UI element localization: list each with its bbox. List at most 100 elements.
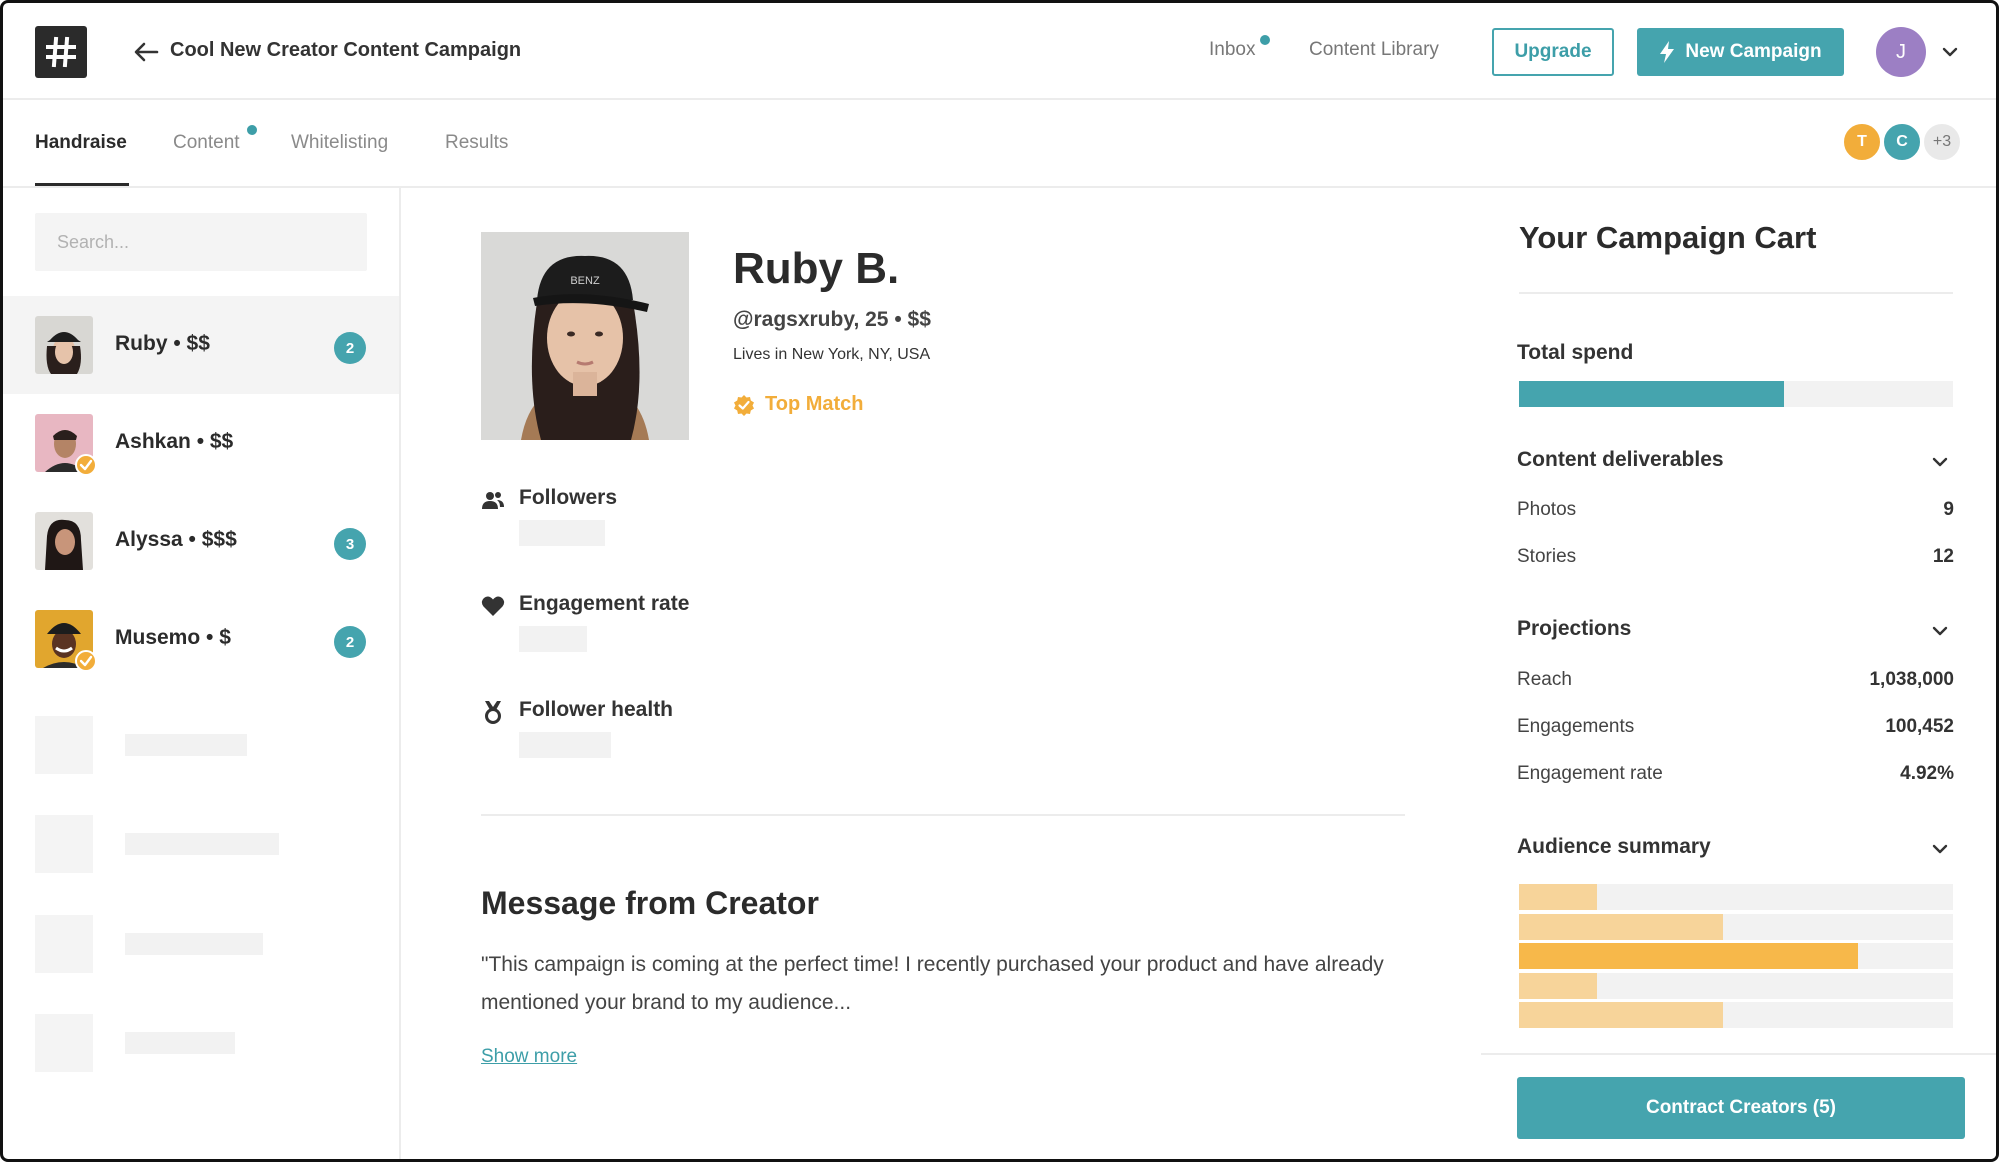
more-collaborators-badge[interactable]: +3	[1922, 122, 1962, 162]
projection-label: Engagements	[1517, 716, 1635, 737]
creator-list-item[interactable]: Ashkan • $$	[3, 394, 399, 492]
audience-bar	[1519, 972, 1953, 999]
cart-footer: Contract Creators (5)	[1481, 1053, 1996, 1159]
projection-value: 100,452	[1885, 716, 1954, 737]
skeleton-text	[125, 933, 263, 955]
new-campaign-label: New Campaign	[1685, 41, 1822, 62]
chevron-down-icon[interactable]	[1929, 451, 1951, 473]
creator-profile-panel: BENZ Ruby B. @ragsxruby, 25 • $$ Lives i…	[401, 188, 1481, 1159]
creator-profile-photo: BENZ	[481, 232, 689, 440]
tab-content[interactable]: Content	[173, 132, 240, 154]
creator-list-item[interactable]: Ruby • $$ 2	[3, 296, 399, 394]
creator-name: Alyssa • $$$	[115, 528, 237, 551]
projection-value: 1,038,000	[1869, 669, 1954, 690]
new-campaign-button[interactable]: New Campaign	[1637, 28, 1844, 76]
top-match-label: Top Match	[765, 393, 864, 415]
skeleton-text	[125, 734, 247, 756]
section-divider	[481, 814, 1405, 816]
verified-check-icon	[734, 394, 754, 416]
audience-bar	[1519, 913, 1953, 940]
creator-list-item[interactable]: Alyssa • $$$ 3	[3, 492, 399, 590]
audience-bar-fill	[1519, 913, 1723, 940]
projection-value: 4.92%	[1900, 763, 1954, 784]
deliverable-label: Stories	[1517, 546, 1577, 567]
tab-handraise[interactable]: Handraise	[35, 132, 127, 154]
tab-results[interactable]: Results	[445, 132, 508, 154]
stat-value-skeleton	[519, 520, 605, 546]
upgrade-button[interactable]: Upgrade	[1492, 28, 1614, 76]
cart-title: Your Campaign Cart	[1519, 220, 1817, 255]
collaborator-avatar[interactable]: C	[1882, 122, 1922, 162]
message-title: Message from Creator	[481, 885, 819, 921]
skeleton-avatar	[35, 815, 93, 873]
chevron-down-icon[interactable]	[1929, 620, 1951, 642]
audience-bar	[1519, 1002, 1953, 1028]
creator-avatar	[35, 512, 93, 570]
skeleton-avatar	[35, 915, 93, 973]
search-input[interactable]	[35, 213, 367, 271]
chevron-down-icon[interactable]	[1939, 41, 1961, 63]
svg-text:BENZ: BENZ	[570, 275, 600, 287]
campaign-title: Cool New Creator Content Campaign	[170, 39, 522, 61]
stat-value-skeleton	[519, 732, 611, 758]
content-notification-dot	[247, 125, 257, 135]
top-match-badge: Top Match	[733, 393, 864, 416]
verified-check-icon	[75, 650, 97, 672]
creator-avatar	[35, 316, 93, 374]
skeleton-text	[125, 1032, 235, 1054]
verified-check-icon	[75, 454, 97, 476]
inbox-notification-dot	[1260, 35, 1270, 45]
audience-bar-fill	[1519, 943, 1858, 969]
creator-name: Musemo • $	[115, 626, 231, 649]
skeleton-text	[125, 833, 279, 855]
projection-label: Reach	[1517, 669, 1572, 690]
total-spend-bar	[1519, 381, 1953, 407]
creator-count-badge: 3	[334, 528, 366, 560]
top-header: Cool New Creator Content Campaign Inbox …	[3, 3, 1996, 100]
user-avatar[interactable]: J	[1876, 27, 1926, 77]
users-icon	[482, 492, 504, 509]
deliverable-value: 9	[1943, 499, 1954, 520]
creator-handle: @ragsxruby, 25 • $$	[733, 308, 931, 331]
stat-label: Follower health	[519, 698, 674, 721]
creator-full-name: Ruby B.	[733, 244, 900, 293]
medal-icon	[485, 701, 501, 724]
campaign-cart-panel: Your Campaign Cart Total spend Content d…	[1481, 188, 1996, 1159]
stat-label: Engagement rate	[519, 592, 690, 615]
chevron-down-icon[interactable]	[1929, 838, 1951, 860]
audience-bar	[1519, 884, 1953, 910]
skeleton-avatar	[35, 716, 93, 774]
deliverables-heading[interactable]: Content deliverables	[1517, 448, 1724, 472]
contract-creators-button[interactable]: Contract Creators (5)	[1517, 1077, 1965, 1139]
lightning-icon	[1660, 41, 1675, 63]
audience-bar-fill	[1519, 884, 1598, 910]
hashtag-logo-icon[interactable]	[35, 26, 87, 78]
back-arrow-icon[interactable]	[131, 37, 161, 67]
active-tab-indicator	[35, 183, 129, 186]
creator-count-badge: 2	[334, 626, 366, 658]
projection-label: Engagement rate	[1517, 763, 1663, 784]
nav-inbox[interactable]: Inbox	[1209, 39, 1255, 61]
app-window: Cool New Creator Content Campaign Inbox …	[0, 0, 1999, 1162]
projections-heading[interactable]: Projections	[1517, 617, 1631, 641]
creator-sidebar: Ruby • $$ 2 Ashkan • $$ Alyssa • $$$	[3, 188, 401, 1159]
audience-bar-fill	[1519, 972, 1598, 999]
audience-bar	[1519, 943, 1953, 969]
heart-icon	[481, 596, 505, 616]
audience-bars	[1519, 884, 1953, 1046]
creator-name: Ruby • $$	[115, 332, 210, 355]
tab-whitelisting[interactable]: Whitelisting	[291, 132, 388, 154]
total-spend-fill	[1519, 381, 1784, 407]
collaborator-avatar[interactable]: T	[1842, 122, 1882, 162]
total-spend-label: Total spend	[1517, 341, 1634, 364]
section-divider	[1519, 292, 1953, 294]
creator-list-item[interactable]: Musemo • $ 2	[3, 590, 399, 688]
show-more-link[interactable]: Show more	[481, 1046, 577, 1068]
creator-count-badge: 2	[334, 332, 366, 364]
audience-summary-heading[interactable]: Audience summary	[1517, 835, 1711, 859]
tab-bar: Handraise Content Whitelisting Results T…	[3, 100, 1996, 188]
nav-content-library[interactable]: Content Library	[1309, 39, 1439, 61]
creator-message: "This campaign is coming at the perfect …	[481, 953, 1384, 1014]
deliverable-value: 12	[1932, 546, 1954, 567]
stat-value-skeleton	[519, 626, 587, 652]
